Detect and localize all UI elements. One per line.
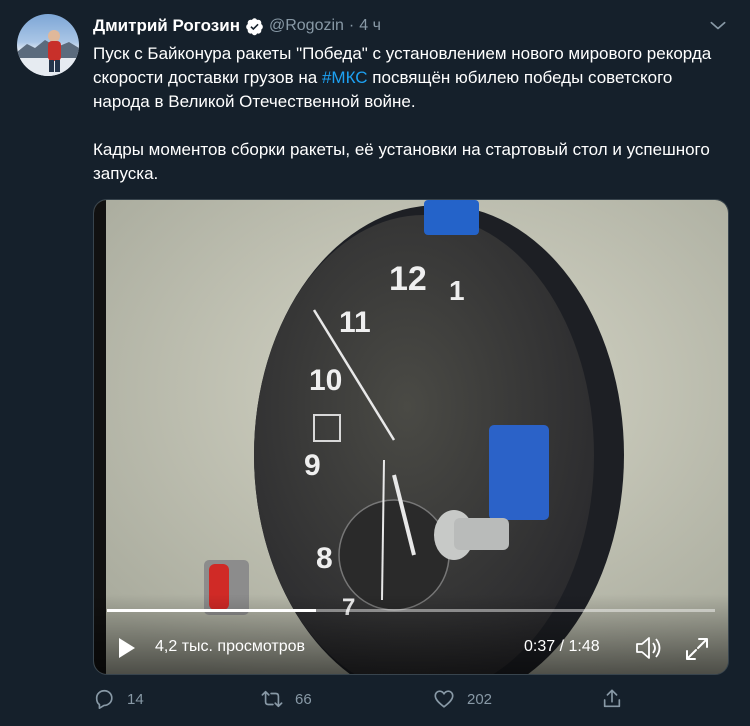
tweet[interactable]: Дмитрий Рогозин @Rogozin · 4 ч Пуск с Ба… [0,0,750,726]
hashtag-link[interactable]: #МКС [322,68,368,87]
clock-number-8: 8 [316,542,333,575]
tweet-timestamp[interactable]: 4 ч [359,17,381,35]
chevron-down-icon[interactable] [706,16,730,36]
share-button[interactable] [601,688,635,710]
tweet-text: Пуск с Байконура ракеты "Победа" с устан… [93,42,733,186]
volume-icon[interactable] [634,634,664,662]
like-button[interactable]: 202 [433,688,492,710]
separator-dot: · [348,17,355,34]
view-count: 4,2 тыс. просмотров [155,638,306,655]
clock-number-1: 1 [449,275,465,306]
like-icon [434,690,454,708]
tweet-actions: 14 66 202 [93,688,733,714]
author-handle[interactable]: @Rogozin [269,17,344,35]
clock-number-9: 9 [304,449,321,482]
clock-number-11: 11 [339,306,371,339]
retweet-button[interactable]: 66 [261,688,312,710]
reply-count: 14 [127,690,144,708]
tweet-header: Дмитрий Рогозин @Rogozin · 4 ч [93,14,381,38]
play-icon[interactable] [114,636,138,660]
like-count: 202 [467,690,493,708]
video-player[interactable]: 12 1 11 10 9 8 7 4,2 тыс. просмотров 0:3… [93,199,729,675]
author-name[interactable]: Дмитрий Рогозин [93,16,240,36]
avatar[interactable] [17,14,79,76]
video-timecode: 0:37 / 1:48 [524,638,600,655]
reply-button[interactable]: 14 [93,688,144,710]
video-progress-bar[interactable] [107,609,715,612]
clock-number-12: 12 [389,260,427,298]
retweet-icon [261,690,283,708]
video-progress-fill [107,609,316,612]
retweet-count: 66 [295,690,312,708]
tweet-paragraph-1: Пуск с Байконура ракеты "Победа" с устан… [93,42,733,114]
clock-number-10: 10 [309,364,342,397]
tweet-paragraph-2: Кадры моментов сборки ракеты, её установ… [93,140,710,183]
reply-icon [95,689,113,709]
fullscreen-icon[interactable] [684,636,710,662]
verified-badge-icon [245,17,264,36]
share-icon [603,689,621,708]
